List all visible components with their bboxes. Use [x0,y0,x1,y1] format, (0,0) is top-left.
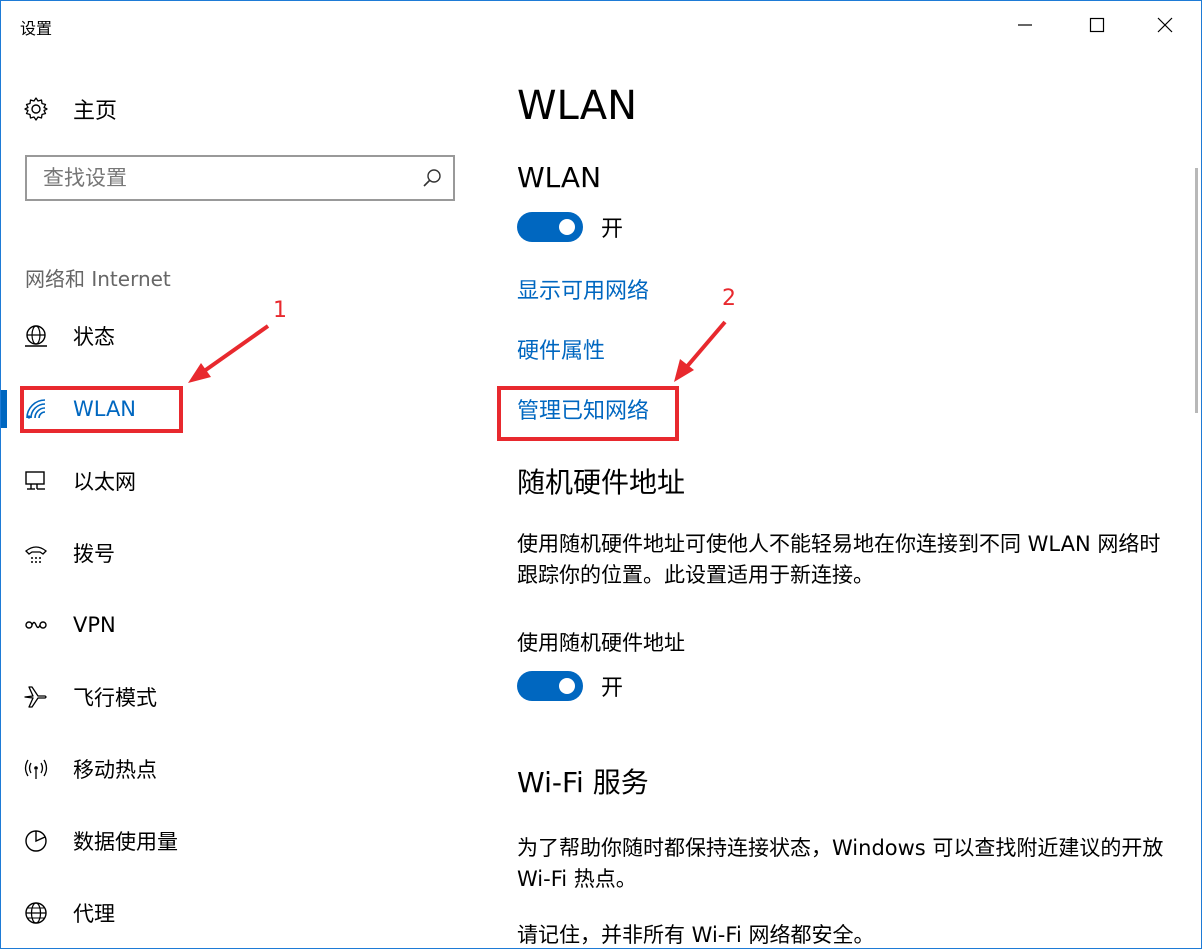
random-hw-toggle-row: 开 [517,670,623,702]
wifi-service-title: Wi-Fi 服务 [517,766,649,799]
home-label: 主页 [73,99,118,124]
dialup-icon [23,540,49,566]
wifi-service-note: 请记住，并非所有 Wi-Fi 网络都安全。 [517,923,875,947]
random-hw-toggle[interactable] [517,671,583,701]
window-title: 设置 [20,19,53,38]
show-available-networks-link[interactable]: 显示可用网络 [517,273,649,305]
close-icon [1157,17,1173,33]
title-bar: 设置 [1,1,1201,49]
sidebar-item-label: VPN [73,613,116,637]
toggle-knob [559,678,575,694]
airplane-icon [23,684,49,710]
random-hw-title: 随机硬件地址 [517,466,686,499]
active-indicator [1,390,7,428]
search-icon[interactable] [421,167,443,189]
wifi-service-description: 为了帮助你随时都保持连接状态，Windows 可以查找附近建议的开放 Wi-Fi… [517,836,1164,891]
main-content: WLAN WLAN 开 显示可用网络 硬件属性 管理已知网络 随机硬件地址 使用… [481,49,1201,947]
data-usage-icon [23,828,49,854]
toggle-knob [559,219,575,235]
annotation-box-2 [497,386,679,441]
sidebar-item-label: 数据使用量 [73,830,178,854]
sidebar-item-label: 飞行模式 [73,686,157,710]
gear-icon [24,97,48,121]
ethernet-icon [23,468,49,494]
wlan-toggle-state: 开 [601,217,624,242]
sidebar-item-label: 状态 [73,325,115,349]
minimize-button[interactable] [991,1,1059,49]
sidebar-item-label: 以太网 [73,470,136,494]
minimize-icon [1018,24,1032,26]
sidebar-item-label: 代理 [73,902,115,926]
sidebar-item-label: 拨号 [73,542,115,566]
sidebar-item-dialup[interactable]: 拨号 [1,525,481,581]
hardware-properties-link[interactable]: 硬件属性 [517,333,605,365]
search-input[interactable] [27,157,433,199]
sidebar: 主页 网络和 Internet 状态 WLAN [1,49,481,947]
sidebar-item-proxy[interactable]: 代理 [1,885,481,941]
sidebar-item-airplane[interactable]: 飞行模式 [1,669,481,725]
wlan-section-title: WLAN [517,161,602,194]
random-hw-description: 使用随机硬件地址可使他人不能轻易地在你连接到不同 WLAN 网络时跟踪你的位置。… [517,532,1161,587]
sidebar-item-ethernet[interactable]: 以太网 [1,453,481,509]
sidebar-item-hotspot[interactable]: 移动热点 [1,741,481,797]
section-header: 网络和 Internet [25,267,171,291]
random-hw-toggle-state: 开 [601,676,624,701]
sidebar-item-status[interactable]: 状态 [1,308,481,364]
annotation-box-1 [20,386,183,433]
wlan-toggle-row: 开 [517,211,623,243]
sidebar-item-vpn[interactable]: VPN [1,597,481,653]
sidebar-item-data-usage[interactable]: 数据使用量 [1,813,481,869]
vpn-icon [23,612,49,638]
random-hw-field-label: 使用随机硬件地址 [517,631,685,655]
search-box[interactable] [25,155,455,201]
sidebar-item-label: 移动热点 [73,758,157,782]
maximize-icon [1089,17,1105,33]
home-link[interactable]: 主页 [23,93,117,125]
globe-status-icon [23,323,49,349]
maximize-button[interactable] [1063,1,1131,49]
wlan-toggle[interactable] [517,212,583,242]
close-button[interactable] [1131,1,1199,49]
hotspot-icon [23,756,49,782]
proxy-globe-icon [23,900,49,926]
page-title: WLAN [517,83,638,129]
annotation-marker-1: 1 [273,298,287,323]
scrollbar-thumb[interactable] [1195,168,1198,413]
annotation-marker-2: 2 [722,286,736,311]
